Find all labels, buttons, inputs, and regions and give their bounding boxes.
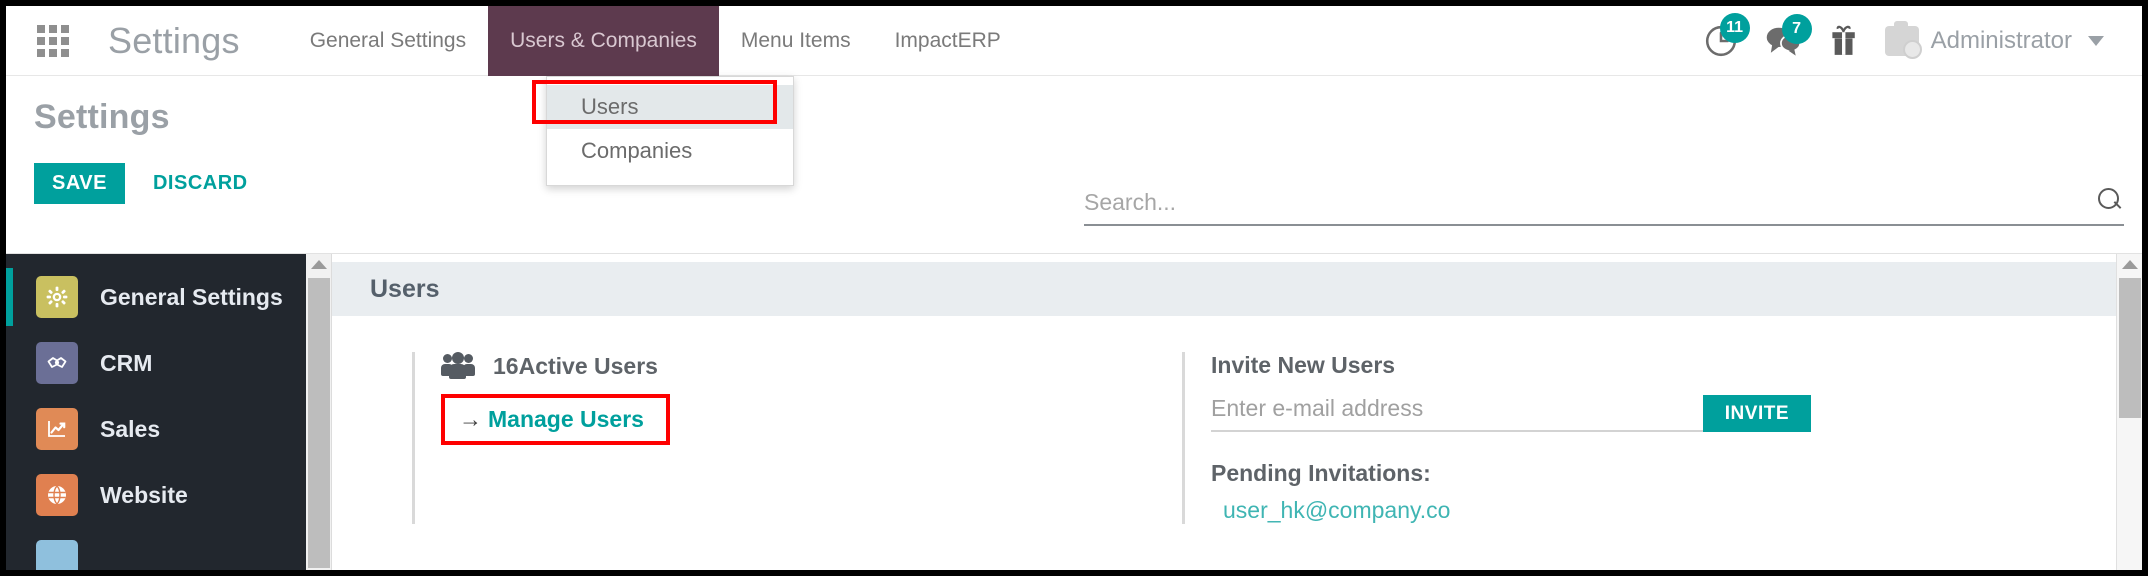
active-users-block: 16Active Users → Manage Users xyxy=(412,352,1072,524)
section-header-users: Users xyxy=(332,262,2116,316)
activity-count-badge: 11 xyxy=(1719,12,1750,43)
invite-new-users-title: Invite New Users xyxy=(1211,352,1396,378)
invite-row: INVITE xyxy=(1211,395,1811,432)
settings-main-panel: Users 16Active Users → Manage Users Invi… xyxy=(332,254,2116,570)
search-bar xyxy=(1084,188,2124,226)
save-button[interactable]: SAVE xyxy=(34,163,125,204)
invite-button[interactable]: INVITE xyxy=(1702,395,1811,432)
sidebar-scrollbar[interactable] xyxy=(306,254,332,570)
scroll-up-arrow-icon[interactable] xyxy=(2121,260,2138,269)
sidebar-item-sales[interactable]: Sales xyxy=(6,396,306,462)
nav-item-menu-items[interactable]: Menu Items xyxy=(719,6,873,76)
partial-icon xyxy=(36,540,78,570)
messages-button[interactable]: 7 xyxy=(1765,13,1812,58)
manage-users-highlight-annotation: → Manage Users xyxy=(441,394,670,445)
chevron-down-icon xyxy=(2088,35,2104,46)
main-scrollbar[interactable] xyxy=(2116,254,2142,570)
app-brand-title: Settings xyxy=(108,19,240,61)
sidebar-item-label: Website xyxy=(100,481,188,508)
settings-sidebar: General Settings CRM Sales Website xyxy=(6,254,306,570)
gift-icon xyxy=(1832,25,1855,55)
navbar-right-tools: 11 7 Administrator xyxy=(1703,12,2142,59)
users-companies-dropdown: Users Companies xyxy=(546,76,794,186)
search-input[interactable] xyxy=(1084,189,2098,216)
arrow-right-icon: → xyxy=(459,406,482,432)
sidebar-item-general-settings[interactable]: General Settings xyxy=(6,264,306,330)
nav-item-impacterp[interactable]: ImpactERP xyxy=(873,6,1023,76)
scrollbar-thumb[interactable] xyxy=(2119,278,2141,418)
dropdown-item-companies[interactable]: Companies xyxy=(547,129,793,173)
nav-item-general-settings[interactable]: General Settings xyxy=(288,6,488,76)
sidebar-item-label: Sales xyxy=(100,415,161,442)
gear-icon xyxy=(36,276,78,318)
app-window: Settings General Settings Users & Compan… xyxy=(0,0,2148,576)
dropdown-item-users[interactable]: Users xyxy=(547,85,793,129)
messages-count-badge: 7 xyxy=(1781,13,1812,44)
chart-line-icon xyxy=(36,408,78,450)
body-area: General Settings CRM Sales Website Users… xyxy=(6,254,2142,570)
activity-clock-button[interactable]: 11 xyxy=(1703,12,1750,59)
user-name-label: Administrator xyxy=(1930,26,2072,54)
page-title: Settings xyxy=(34,98,170,136)
globe-icon xyxy=(36,474,78,516)
users-group-icon xyxy=(441,352,475,380)
invite-users-block: Invite New Users INVITE Pending Invitati… xyxy=(1182,352,1902,524)
handshake-icon xyxy=(36,342,78,384)
avatar-placeholder-icon xyxy=(1884,20,1922,59)
sidebar-item-partial[interactable] xyxy=(6,528,306,570)
scroll-up-arrow-icon[interactable] xyxy=(310,260,327,269)
discard-button[interactable]: DISCARD xyxy=(147,163,254,204)
sidebar-item-label: General Settings xyxy=(100,283,283,310)
main-nav-menu: General Settings Users & Companies Menu … xyxy=(288,6,1023,76)
apps-grid-icon[interactable] xyxy=(36,24,70,58)
invite-email-field-wrap xyxy=(1211,395,1703,432)
user-menu[interactable]: Administrator xyxy=(1884,20,2104,59)
nav-item-users-companies[interactable]: Users & Companies xyxy=(488,6,719,76)
control-panel: Settings SAVE DISCARD xyxy=(6,76,2142,254)
scrollbar-thumb[interactable] xyxy=(308,278,330,568)
settings-row: 16Active Users → Manage Users Invite New… xyxy=(332,316,2116,524)
top-navbar: Settings General Settings Users & Compan… xyxy=(6,6,2142,76)
active-users-row: 16Active Users xyxy=(441,352,1072,380)
pending-invitation-email[interactable]: user_hk@company.co xyxy=(1223,497,1902,524)
search-icon[interactable] xyxy=(2098,188,2124,214)
active-users-count-label: 16Active Users xyxy=(493,352,658,379)
gift-button[interactable] xyxy=(1829,24,1859,58)
manage-users-link[interactable]: Manage Users xyxy=(488,406,644,433)
pending-invitations-title: Pending Invitations: xyxy=(1211,460,1431,486)
invite-email-input[interactable] xyxy=(1211,395,1703,430)
sidebar-item-label: CRM xyxy=(100,349,153,376)
sidebar-item-website[interactable]: Website xyxy=(6,462,306,528)
sidebar-item-crm[interactable]: CRM xyxy=(6,330,306,396)
